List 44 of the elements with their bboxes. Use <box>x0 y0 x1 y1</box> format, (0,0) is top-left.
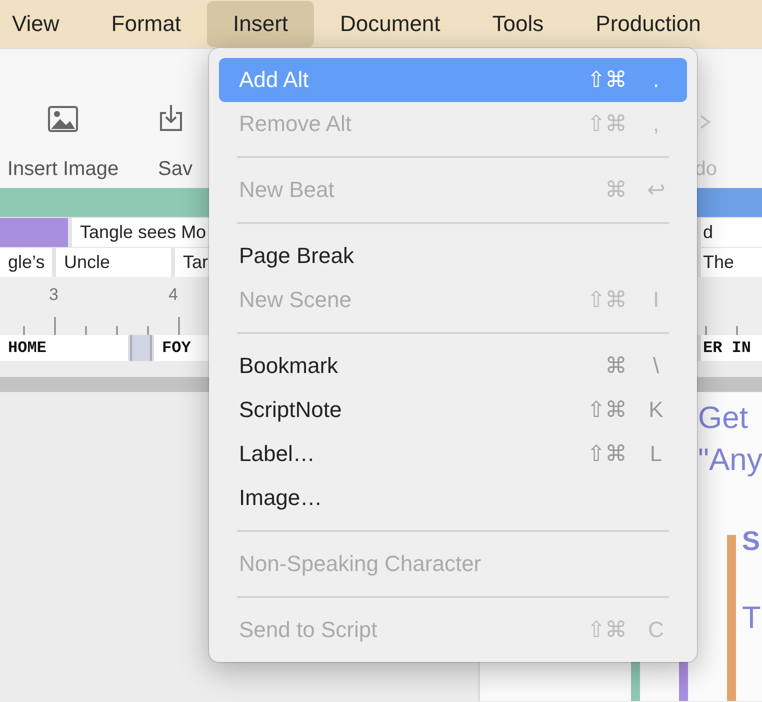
ruler-number: 4 <box>168 285 178 306</box>
scene-card[interactable]: ER IN <box>701 335 762 361</box>
menu-bar-item[interactable]: Format <box>85 1 207 47</box>
menu-item[interactable]: Bookmark ⌘ \ <box>219 344 687 388</box>
shortcut-modifiers: ⇧⌘ <box>587 67 627 93</box>
beat-card[interactable]: Uncle <box>56 248 171 277</box>
script-text: "Any <box>698 442 762 478</box>
shortcut-key: \ <box>645 353 667 379</box>
beat-card[interactable]: gle’s <box>0 248 52 277</box>
download-icon <box>158 104 184 132</box>
ruler-number: 3 <box>49 285 58 306</box>
menu-bar-item[interactable]: Document <box>314 1 466 47</box>
shortcut-modifiers: ⇧⌘ <box>587 287 627 313</box>
shortcut-modifiers: ⇧⌘ <box>587 617 627 643</box>
menu-item[interactable]: ScriptNote ⇧⌘ K <box>219 388 687 432</box>
toolbar-label[interactable]: Sav <box>158 158 192 180</box>
script-text: S <box>742 526 760 557</box>
menu-bar-item[interactable]: Production <box>570 1 727 47</box>
toolbar-label[interactable]: Insert Image <box>7 158 119 180</box>
menu-bar-item[interactable]: Insert <box>206 1 314 47</box>
scene-card[interactable]: HOME <box>0 335 128 361</box>
shortcut-modifiers: ⇧⌘ <box>587 441 627 467</box>
color-bar <box>631 661 640 701</box>
script-text: T <box>742 600 761 636</box>
act-band <box>697 188 762 217</box>
script-text: Get <box>698 400 748 436</box>
shortcut-key: . <box>645 67 667 93</box>
menu-bar-item[interactable]: Tools <box>466 1 570 47</box>
shortcut-key: ↩ <box>645 177 667 203</box>
shortcut-key: K <box>645 397 667 423</box>
beat-card[interactable]: d <box>701 218 762 247</box>
shortcut-modifiers: ⌘ <box>605 177 627 203</box>
shortcut-modifiers: ⌘ <box>605 353 627 379</box>
color-bar <box>679 661 688 701</box>
shortcut-key: , <box>645 111 667 137</box>
shortcut-modifiers: ⇧⌘ <box>587 111 627 137</box>
shortcut-modifiers: ⇧⌘ <box>587 397 627 423</box>
color-block[interactable] <box>0 218 68 247</box>
beat-card[interactable]: The <box>701 248 762 277</box>
menu-item[interactable]: Image… <box>219 476 687 520</box>
image-icon <box>48 106 78 132</box>
menu-bar-item[interactable]: View <box>0 1 86 47</box>
shortcut-key: L <box>645 441 667 467</box>
menu-item[interactable]: Label… ⇧⌘ L <box>219 432 687 476</box>
